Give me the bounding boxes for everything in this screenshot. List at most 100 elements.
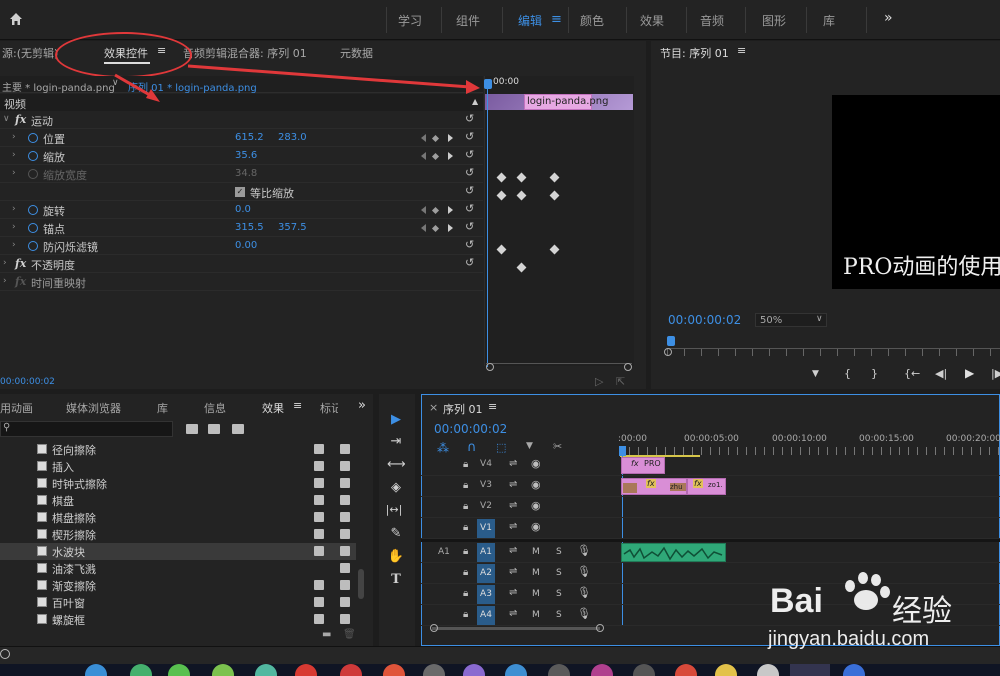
solo-button[interactable]: S xyxy=(556,568,562,578)
lock-icon[interactable]: 🔒︎ xyxy=(463,609,468,620)
solo-button[interactable]: S xyxy=(556,547,562,557)
clip-v3-b[interactable]: fx zo1. xyxy=(687,478,726,495)
new-bin-icon[interactable]: ▬ xyxy=(322,629,331,640)
sync-icon[interactable]: ⇌ xyxy=(509,587,517,598)
track-label[interactable]: A2 xyxy=(477,564,495,583)
tab-presets[interactable]: 用动画 xyxy=(0,400,33,416)
snap-icon[interactable]: ⁂ xyxy=(437,441,449,455)
selection-tool[interactable]: ▶ xyxy=(387,412,405,430)
32bit-filter-icon[interactable] xyxy=(208,424,220,434)
effects-search-input[interactable] xyxy=(0,421,173,437)
track-label[interactable]: V2 xyxy=(477,501,495,516)
program-title[interactable]: 节目: 序列 01 xyxy=(660,45,729,61)
eye-icon[interactable]: ◉ xyxy=(531,499,541,512)
program-timecode[interactable]: 00:00:00:02 xyxy=(668,313,741,327)
panel-more-button[interactable]: » xyxy=(358,398,366,413)
lock-icon[interactable]: 🔒︎ xyxy=(463,522,468,533)
yuv-filter-icon[interactable] xyxy=(232,424,244,434)
linked-selection-icon[interactable]: ⬚ xyxy=(496,441,506,454)
marker-icon[interactable]: ▼ xyxy=(526,441,533,451)
list-item[interactable]: 螺旋框 xyxy=(0,611,356,628)
taskbar-premiere-icon[interactable] xyxy=(790,664,830,676)
list-item[interactable]: 棋盘擦除 xyxy=(0,509,356,526)
tab-libraries[interactable]: 库 xyxy=(157,400,168,416)
lock-icon[interactable]: 🔒︎ xyxy=(463,546,468,557)
track-label[interactable]: V4 xyxy=(477,459,495,474)
sync-icon[interactable]: ⇌ xyxy=(509,545,517,556)
tab-info[interactable]: 信息 xyxy=(204,400,226,416)
eye-icon[interactable]: ◉ xyxy=(531,457,541,470)
mute-button[interactable]: M xyxy=(532,589,540,599)
mute-button[interactable]: M xyxy=(532,610,540,620)
list-item[interactable]: 百叶窗 xyxy=(0,594,356,611)
list-item[interactable]: 油漆飞溅 xyxy=(0,560,356,577)
ripple-edit-tool[interactable]: ⟷ xyxy=(387,457,406,475)
list-item[interactable]: 径向擦除 xyxy=(0,441,356,458)
sync-icon[interactable]: ⇌ xyxy=(509,521,517,532)
tab-sequence[interactable]: 序列 01 xyxy=(443,401,483,417)
list-item[interactable]: 楔形擦除 xyxy=(0,526,356,543)
lock-icon[interactable]: 🔒︎ xyxy=(463,501,468,512)
mute-button[interactable]: M xyxy=(532,547,540,557)
program-ruler[interactable] xyxy=(667,348,1000,356)
eye-icon[interactable]: ◉ xyxy=(531,478,541,491)
wrench-icon[interactable]: ✂ xyxy=(553,440,562,453)
mic-icon[interactable]: 🎙︎ xyxy=(577,607,591,620)
accelerated-filter-icon[interactable] xyxy=(186,424,198,434)
sync-icon[interactable]: ⇌ xyxy=(509,479,517,490)
eye-icon[interactable]: ◉ xyxy=(531,520,541,533)
mic-icon[interactable]: 🎙︎ xyxy=(577,565,591,578)
magnet-icon[interactable]: ∩ xyxy=(467,440,477,455)
clip-v4-pro[interactable]: fx PRO xyxy=(621,457,665,474)
close-icon[interactable]: × xyxy=(429,401,438,414)
razor-tool[interactable]: ◈ xyxy=(387,480,405,498)
play-button[interactable]: ▶ xyxy=(965,366,974,380)
effects-scrollbar[interactable] xyxy=(358,569,364,599)
panel-menu-icon[interactable]: ≡ xyxy=(488,400,497,413)
lock-icon[interactable]: 🔒︎ xyxy=(463,567,468,578)
panel-menu-icon[interactable]: ≡ xyxy=(737,44,746,57)
hand-tool[interactable]: ✋ xyxy=(387,549,405,567)
sync-icon[interactable]: ⇌ xyxy=(509,608,517,619)
pen-tool[interactable]: ✎ xyxy=(387,526,405,544)
zoom-select[interactable]: 50% ∨ xyxy=(755,313,827,327)
mark-in-button[interactable]: { xyxy=(844,367,851,380)
trash-icon[interactable]: 🗑 xyxy=(343,629,356,640)
go-to-in-button[interactable]: {← xyxy=(904,367,920,380)
step-forward-button[interactable]: |▶ xyxy=(991,367,1000,380)
track-label[interactable]: V3 xyxy=(477,480,495,495)
list-item[interactable]: 时钟式擦除 xyxy=(0,475,356,492)
timeline-ruler[interactable] xyxy=(620,447,1000,455)
audio-clip-a1[interactable] xyxy=(621,543,726,562)
step-back-button[interactable]: ◀| xyxy=(935,367,947,380)
lock-icon[interactable]: 🔒︎ xyxy=(463,459,468,470)
track-label[interactable]: V1 xyxy=(477,519,495,538)
list-item[interactable]: 渐变擦除 xyxy=(0,577,356,594)
timeline-timecode[interactable]: 00:00:00:02 xyxy=(434,422,507,436)
clip-v3-a[interactable]: fx zhu xyxy=(621,478,687,495)
track-label[interactable]: A1 xyxy=(477,543,495,562)
list-item[interactable]: 水波块 xyxy=(0,543,356,560)
tab-effects[interactable]: 效果 xyxy=(262,400,284,416)
track-label[interactable]: A4 xyxy=(477,606,495,625)
mic-icon[interactable]: 🎙︎ xyxy=(577,586,591,599)
lock-icon[interactable]: 🔒︎ xyxy=(463,480,468,491)
solo-button[interactable]: S xyxy=(556,610,562,620)
mark-out-button[interactable]: } xyxy=(871,367,878,380)
program-playhead-icon[interactable] xyxy=(667,336,675,346)
track-label[interactable]: A3 xyxy=(477,585,495,604)
type-tool[interactable]: T xyxy=(387,572,405,590)
tab-markers[interactable]: 标记 xyxy=(320,400,338,416)
list-item[interactable]: 棋盘 xyxy=(0,492,356,509)
mute-button[interactable]: M xyxy=(532,568,540,578)
sync-icon[interactable]: ⇌ xyxy=(509,566,517,577)
mic-icon[interactable]: 🎙︎ xyxy=(577,544,591,557)
panel-menu-icon[interactable]: ≡ xyxy=(293,399,302,412)
sync-icon[interactable]: ⇌ xyxy=(509,500,517,511)
sync-icon[interactable]: ⇌ xyxy=(509,458,517,469)
track-select-tool[interactable]: ⇥ xyxy=(387,434,405,452)
timeline-scrollbar[interactable] xyxy=(432,627,600,630)
marker-button[interactable]: ▼ xyxy=(812,369,819,379)
solo-button[interactable]: S xyxy=(556,589,562,599)
tab-media-browser[interactable]: 媒体浏览器 xyxy=(66,400,121,416)
